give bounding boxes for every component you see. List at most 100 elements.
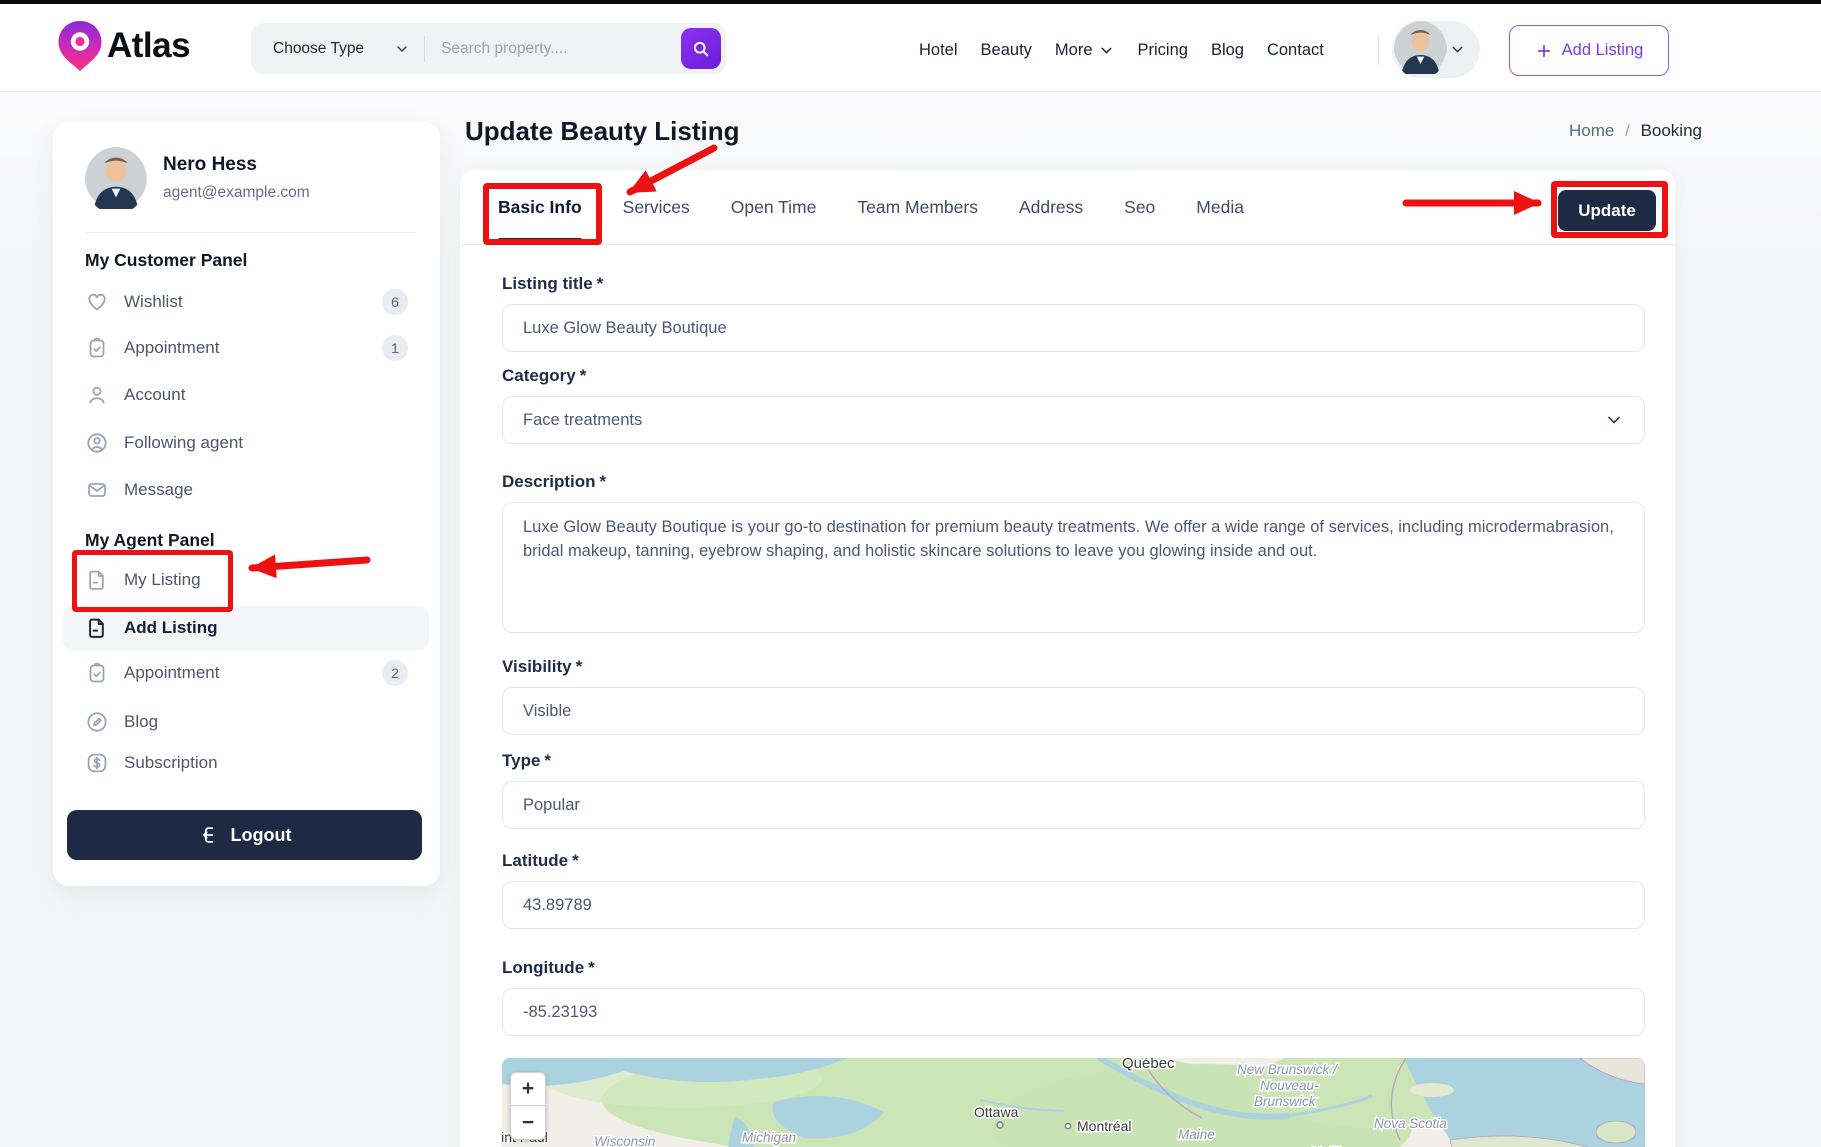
breadcrumb-separator: / [1625,121,1630,140]
document-icon [85,568,109,592]
sidebar-item-message[interactable]: Message [63,468,429,512]
latitude-field: Latitude* 43.89789 [502,851,1645,929]
tab-seo[interactable]: Seo [1124,170,1155,244]
listing-title-field: Listing title* Luxe Glow Beauty Boutique [502,274,1645,352]
breadcrumb-home-link[interactable]: Home [1569,121,1614,140]
field-label: Category* [502,366,1645,386]
sidebar-item-subscription[interactable]: Subscription [63,741,429,785]
chevron-down-icon [394,41,410,57]
field-label: Visibility* [502,657,1645,677]
search-button[interactable] [681,28,721,69]
tab-media[interactable]: Media [1196,170,1244,244]
update-button[interactable]: Update [1558,190,1656,231]
tab-team-members[interactable]: Team Members [857,170,978,244]
avatar [85,147,147,214]
breadcrumb-current: Booking [1641,121,1702,140]
user-menu[interactable] [1392,21,1480,78]
longitude-field: Longitude* -85.23193 [502,958,1645,1036]
divider [85,232,416,233]
avatar [1394,21,1447,79]
tab-open-time[interactable]: Open Time [731,170,817,244]
latitude-input[interactable]: 43.89789 [502,881,1645,929]
plus-icon [1535,42,1553,60]
map-pin-logo-icon [57,20,103,72]
brand-logo[interactable]: Atlas [57,20,190,72]
app-screen: Atlas Choose Type Search property.... Ho… [0,0,1821,1147]
sidebar-item-wishlist[interactable]: Wishlist 6 [63,280,429,324]
tab-basic-info[interactable]: Basic Info [498,170,582,244]
map-label-wisconsin: Wisconsin [594,1134,655,1147]
map-label-quebec: Québec [1122,1058,1175,1072]
logout-button[interactable]: Logout [67,810,422,860]
map-zoom-controls: + − [510,1072,546,1140]
map-zoom-in-button[interactable]: + [510,1072,546,1106]
chevron-down-icon [1604,410,1624,430]
choose-type-dropdown[interactable]: Choose Type [251,40,424,58]
clipboard-check-icon [85,661,109,685]
sidebar-item-agent-appointment[interactable]: Appointment 2 [63,651,429,695]
type-input[interactable]: Popular [502,781,1645,829]
field-label: Description* [502,472,1645,492]
page-title: Update Beauty Listing [465,116,739,147]
field-label: Latitude* [502,851,1645,871]
agent-panel-heading: My Agent Panel [85,530,215,551]
user-email: agent@example.com [163,184,310,202]
listing-form-card: Basic Info Services Open Time Team Membe… [460,170,1675,1147]
description-field: Description* Luxe Glow Beauty Boutique i… [502,472,1645,633]
sidebar-item-account[interactable]: Account [63,373,429,417]
map-label-nova-scotia: Nova Scotia [1374,1116,1447,1131]
clipboard-check-icon [85,336,109,360]
nav-item-pricing[interactable]: Pricing [1138,41,1188,60]
tab-services[interactable]: Services [623,170,690,244]
listing-title-input[interactable]: Luxe Glow Beauty Boutique [502,304,1645,352]
nav-item-beauty[interactable]: Beauty [981,41,1032,60]
montreal-marker [1065,1123,1070,1128]
listing-tabs: Basic Info Services Open Time Team Membe… [460,170,1675,245]
map-zoom-out-button[interactable]: − [510,1106,546,1140]
sidebar-item-following-agent[interactable]: Following agent [63,421,429,465]
map-label-new-brunswick-1: New Brunswick / [1237,1062,1338,1077]
property-search-bar: Choose Type Search property.... [251,23,726,74]
visibility-field: Visibility* Visible [502,657,1645,735]
category-field: Category* Face treatments [502,366,1645,444]
tab-address[interactable]: Address [1019,170,1083,244]
sidebar-item-my-listing[interactable]: My Listing [63,558,429,602]
map-label-new-brunswick-3: Brunswick [1254,1094,1317,1109]
chevron-down-icon [1449,41,1466,58]
logout-icon [198,824,220,846]
visibility-input[interactable]: Visible [502,687,1645,735]
search-icon [691,39,711,59]
nav-item-more[interactable]: More [1055,41,1115,60]
user-icon [85,383,109,407]
map-label-michigan: Michigan [742,1130,796,1145]
choose-type-label: Choose Type [273,40,364,58]
user-circle-icon [85,431,109,455]
header: Atlas Choose Type Search property.... Ho… [0,4,1821,92]
sidebar-item-appointment[interactable]: Appointment 1 [63,326,429,370]
search-input[interactable]: Search property.... [425,40,681,58]
nav-item-contact[interactable]: Contact [1267,41,1324,60]
heart-icon [85,290,109,314]
document-icon [85,616,109,640]
sidebar: Nero Hess agent@example.com My Customer … [53,122,440,886]
field-label: Listing title* [502,274,1645,294]
location-map[interactable]: Québec Ottawa Montréal Saint Paul Halifa… [502,1058,1645,1147]
nav-item-hotel[interactable]: Hotel [919,41,958,60]
longitude-input[interactable]: -85.23193 [502,988,1645,1036]
field-label: Longitude* [502,958,1645,978]
type-field: Type* Popular [502,751,1645,829]
pencil-icon [85,710,109,734]
brand-name: Atlas [107,26,190,66]
customer-panel-heading: My Customer Panel [85,250,247,271]
map-label-ottawa: Ottawa [974,1104,1019,1120]
chevron-down-icon [1098,42,1115,59]
category-select[interactable]: Face treatments [502,396,1645,444]
description-textarea[interactable]: Luxe Glow Beauty Boutique is your go-to … [502,502,1645,633]
sidebar-item-add-listing[interactable]: Add Listing [63,606,429,650]
nav-divider [1378,35,1379,65]
nav-item-blog[interactable]: Blog [1211,41,1244,60]
sidebar-item-blog[interactable]: Blog [63,700,429,744]
add-listing-button[interactable]: Add Listing [1509,25,1669,76]
user-name: Nero Hess [163,154,257,176]
primary-nav: Hotel Beauty More Pricing Blog Contact [919,8,1324,92]
